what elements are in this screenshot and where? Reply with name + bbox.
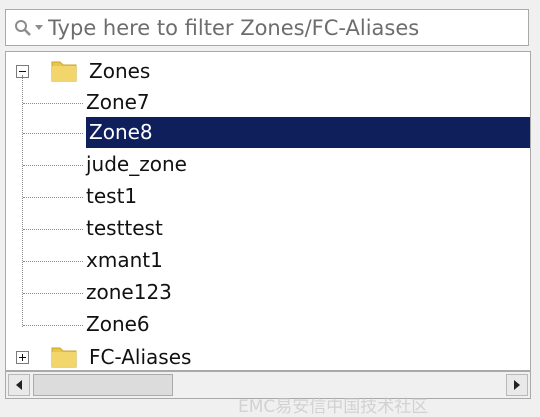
tree-item-xmant1[interactable]: xmant1	[6, 245, 530, 276]
tree-connector	[23, 103, 83, 104]
tree-connector	[23, 229, 83, 230]
scroll-right-button[interactable]	[506, 374, 528, 396]
filter-input[interactable]	[48, 12, 518, 43]
tree-connector	[23, 261, 83, 262]
chevron-down-icon[interactable]	[34, 24, 44, 32]
tree-node-label: FC-Aliases	[89, 345, 192, 369]
tree-item-zone123[interactable]: zone123	[6, 277, 530, 308]
arrow-left-icon	[16, 380, 22, 390]
zones-aliases-panel: Zones Zone7 Zone8 jude_zone test1 testte…	[0, 0, 540, 417]
watermark: EMC易安信中国技术社区	[238, 397, 429, 417]
tree-item-zone6[interactable]: Zone6	[6, 309, 530, 340]
tree-node-fc-aliases[interactable]: FC-Aliases	[6, 342, 530, 370]
tree-item-test1[interactable]: test1	[6, 181, 530, 212]
tree-item-label: zone123	[86, 280, 172, 304]
tree-item-zone8[interactable]: Zone8	[6, 117, 530, 148]
tree-item-label: Zone7	[86, 90, 150, 114]
scroll-left-button[interactable]	[8, 374, 30, 396]
tree-connector	[23, 165, 83, 166]
tree-node-label: Zones	[89, 59, 151, 83]
tree-connector	[23, 197, 83, 198]
search-icon[interactable]	[14, 19, 32, 37]
tree-item-label: Zone8	[89, 120, 153, 144]
tree-item-label: xmant1	[86, 248, 163, 272]
tree-item-label: test1	[86, 184, 138, 208]
scrollbar-thumb[interactable]	[33, 374, 173, 396]
tree-item-label: testtest	[86, 216, 163, 240]
folder-icon	[51, 61, 77, 82]
filter-box[interactable]	[5, 9, 529, 46]
arrow-right-icon	[514, 380, 520, 390]
folder-icon	[51, 347, 77, 368]
tree-item-testtest[interactable]: testtest	[6, 213, 530, 244]
tree-connector	[23, 133, 83, 134]
tree-item-label: Zone6	[86, 312, 150, 336]
tree-connector	[23, 325, 83, 326]
zone-tree[interactable]: Zones Zone7 Zone8 jude_zone test1 testte…	[5, 51, 531, 371]
expand-toggle[interactable]	[16, 351, 29, 364]
tree-item-label: jude_zone	[86, 152, 187, 176]
tree-node-zones[interactable]: Zones	[6, 56, 530, 87]
tree-connector	[23, 293, 83, 294]
tree-item-jude-zone[interactable]: jude_zone	[6, 149, 530, 180]
selection-highlight[interactable]: Zone8	[86, 117, 530, 148]
tree-item-zone7[interactable]: Zone7	[6, 87, 530, 118]
